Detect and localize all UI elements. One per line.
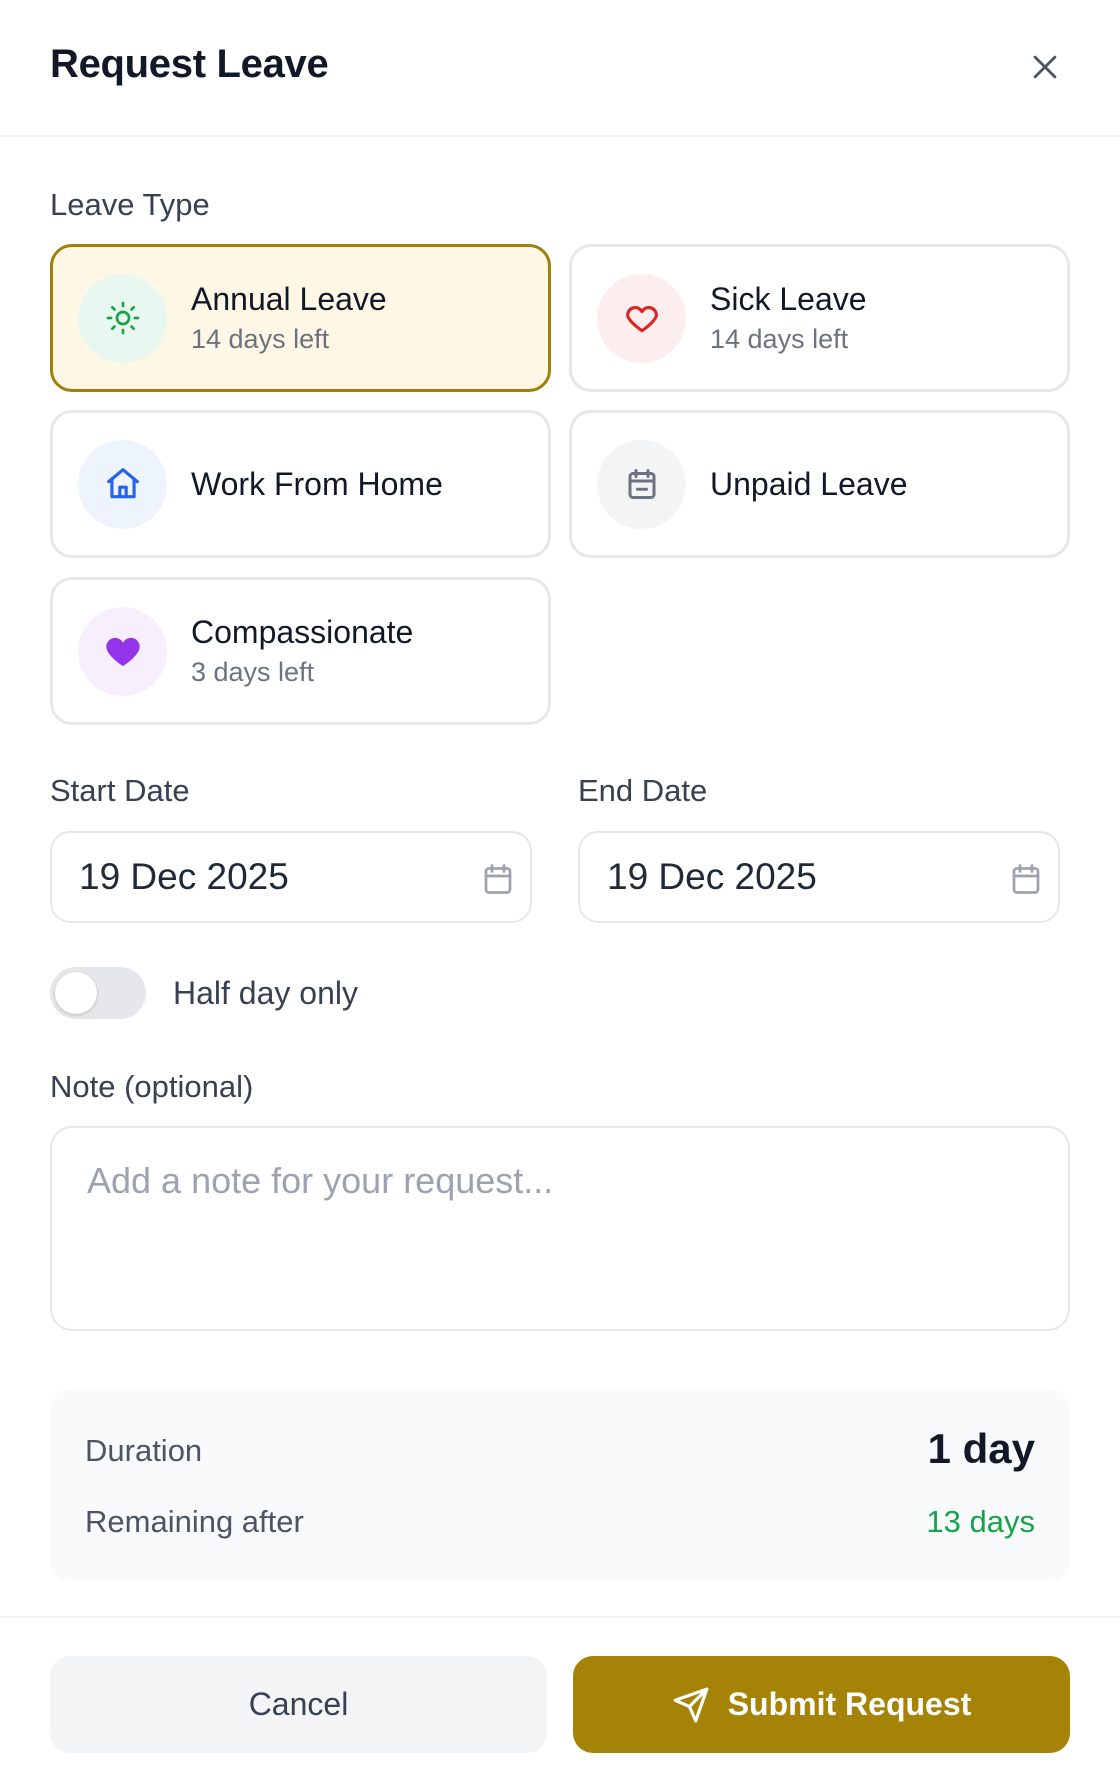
end-date-label: End Date: [578, 773, 708, 808]
calendar-icon: [484, 864, 512, 894]
start-date-label: Start Date: [50, 773, 190, 808]
close-icon: [1033, 55, 1057, 79]
duration-value: 1 day: [927, 1425, 1035, 1472]
leave-option-unpaid[interactable]: Unpaid Leave: [569, 410, 1070, 558]
cancel-button-label: Cancel: [248, 1686, 349, 1722]
leave-option-name: Unpaid Leave: [710, 465, 908, 502]
remaining-value: 13 days: [926, 1504, 1035, 1539]
calendar-minus-icon: [628, 469, 655, 499]
leave-option-compassionate[interactable]: Compassionate 3 days left: [50, 577, 551, 725]
half-day-label: Half day only: [173, 975, 358, 1011]
leave-option-sick[interactable]: Sick Leave 14 days left: [569, 244, 1070, 392]
leave-option-name: Compassionate: [191, 614, 414, 650]
sun-icon: [106, 301, 139, 335]
submit-button-label: Submit Request: [727, 1686, 972, 1722]
leave-type-label: Leave Type: [50, 187, 210, 222]
remaining-label: Remaining after: [85, 1504, 304, 1539]
leave-option-name: Sick Leave: [710, 281, 867, 317]
start-date-field[interactable]: 19 Dec 2025: [50, 831, 532, 923]
note-label: Note (optional): [50, 1069, 254, 1104]
modal-header: Request Leave: [0, 0, 1120, 137]
heart-outline-icon: [625, 305, 658, 333]
home-icon-wrap: [78, 439, 167, 529]
sun-icon-wrap: [78, 273, 167, 363]
modal-footer: Cancel Submit Request: [0, 1616, 1120, 1781]
calendar-icon: [1012, 864, 1040, 894]
leave-option-name: Annual Leave: [191, 281, 387, 317]
heart-outline-icon-wrap: [597, 273, 686, 363]
leave-option-name: Work From Home: [191, 465, 443, 502]
start-date-value: 19 Dec 2025: [79, 856, 289, 897]
modal-title: Request Leave: [50, 42, 329, 86]
leave-option-balance: 3 days left: [191, 657, 315, 687]
calendar-minus-icon-wrap: [597, 439, 686, 529]
home-icon: [106, 468, 139, 499]
toggle-knob: [55, 972, 97, 1014]
leave-summary: Duration 1 day Remaining after 13 days: [50, 1389, 1070, 1581]
close-button[interactable]: [1020, 42, 1070, 92]
leave-option-balance: 14 days left: [191, 324, 330, 354]
heart-filled-icon-wrap: [78, 606, 167, 696]
send-icon: [673, 1687, 709, 1722]
half-day-toggle[interactable]: [50, 967, 146, 1019]
cancel-button[interactable]: Cancel: [50, 1656, 547, 1753]
leave-option-annual[interactable]: Annual Leave 14 days left: [50, 244, 551, 392]
submit-request-button[interactable]: Submit Request: [573, 1656, 1070, 1753]
end-date-field[interactable]: 19 Dec 2025: [578, 831, 1060, 923]
leave-option-balance: 14 days left: [710, 324, 849, 354]
end-date-value: 19 Dec 2025: [607, 856, 817, 897]
leave-option-wfh[interactable]: Work From Home: [50, 410, 551, 558]
request-leave-modal: Request Leave Leave Type Annual Leave 14…: [0, 0, 1120, 1781]
heart-filled-icon: [105, 637, 140, 666]
duration-label: Duration: [85, 1433, 203, 1468]
note-textarea[interactable]: [50, 1126, 1070, 1331]
